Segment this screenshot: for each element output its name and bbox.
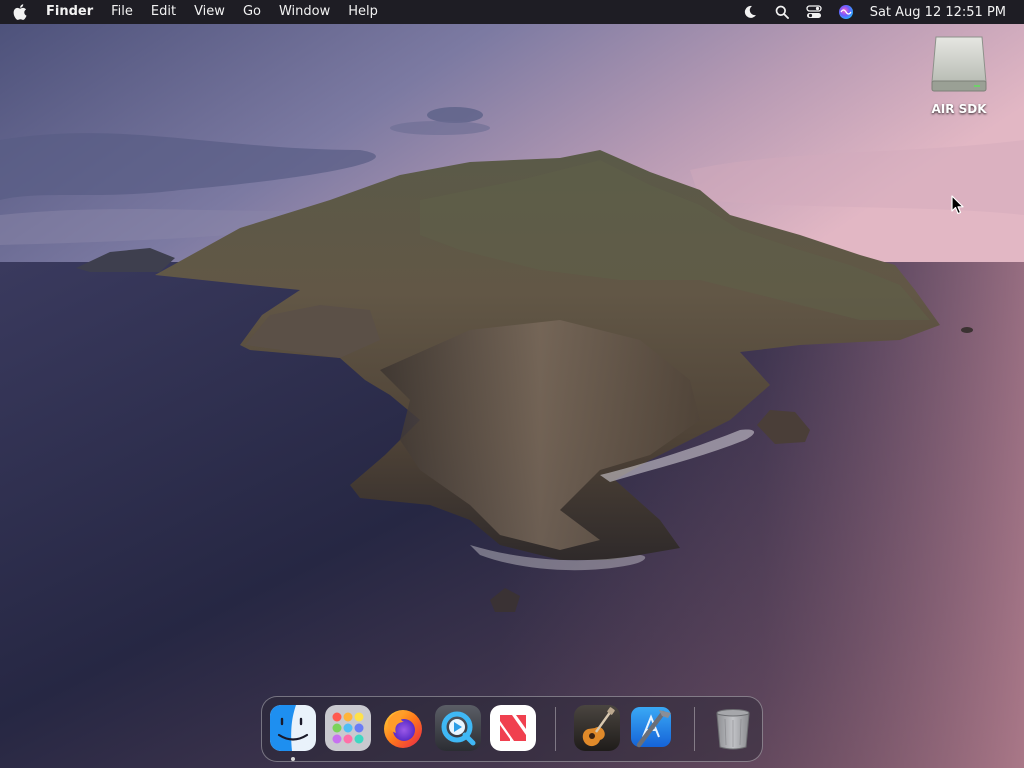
control-center-icon[interactable] <box>803 0 825 24</box>
menu-bar: Finder File Edit View Go Window Help Sat… <box>0 0 1024 24</box>
firefox-icon <box>384 710 422 748</box>
external-drive-icon <box>931 36 987 92</box>
xcode-icon <box>631 707 671 748</box>
menu-view[interactable]: View <box>185 0 234 24</box>
trash-icon <box>716 709 750 750</box>
dock-item-firefox[interactable] <box>380 705 426 751</box>
dock-item-launchpad[interactable] <box>325 705 371 751</box>
menu-file[interactable]: File <box>102 0 142 24</box>
search-icon[interactable] <box>771 0 793 24</box>
running-indicator <box>291 757 295 761</box>
launchpad-icon <box>325 705 371 751</box>
menu-edit[interactable]: Edit <box>142 0 185 24</box>
dock-separator <box>694 707 695 751</box>
dock-separator <box>555 707 556 751</box>
garageband-icon <box>574 705 620 751</box>
menu-bar-clock[interactable]: Sat Aug 12 12:51 PM <box>870 5 1006 20</box>
dock-item-trash[interactable] <box>710 705 756 751</box>
quicktime-icon <box>435 705 481 751</box>
menu-go[interactable]: Go <box>234 0 270 24</box>
menu-app-finder[interactable]: Finder <box>40 0 102 24</box>
mouse-pointer-icon <box>951 195 964 215</box>
menu-help[interactable]: Help <box>339 0 387 24</box>
dock-item-finder[interactable] <box>270 705 316 751</box>
news-icon <box>490 705 536 751</box>
siri-icon[interactable] <box>835 0 857 24</box>
moon-icon[interactable] <box>739 0 761 24</box>
desktop-wallpaper <box>0 0 1024 768</box>
desktop-icon-air-sdk[interactable]: AIR SDK <box>922 34 996 116</box>
desktop-icon-label: AIR SDK <box>931 102 987 116</box>
menu-window[interactable]: Window <box>270 0 339 24</box>
dock-item-quicktime[interactable] <box>435 705 481 751</box>
dock-item-garageband[interactable] <box>574 705 620 751</box>
apple-menu-icon[interactable] <box>0 0 40 24</box>
dock <box>261 696 763 762</box>
finder-icon <box>270 705 316 751</box>
dock-item-news[interactable] <box>490 705 536 751</box>
dock-item-xcode[interactable] <box>629 705 675 751</box>
